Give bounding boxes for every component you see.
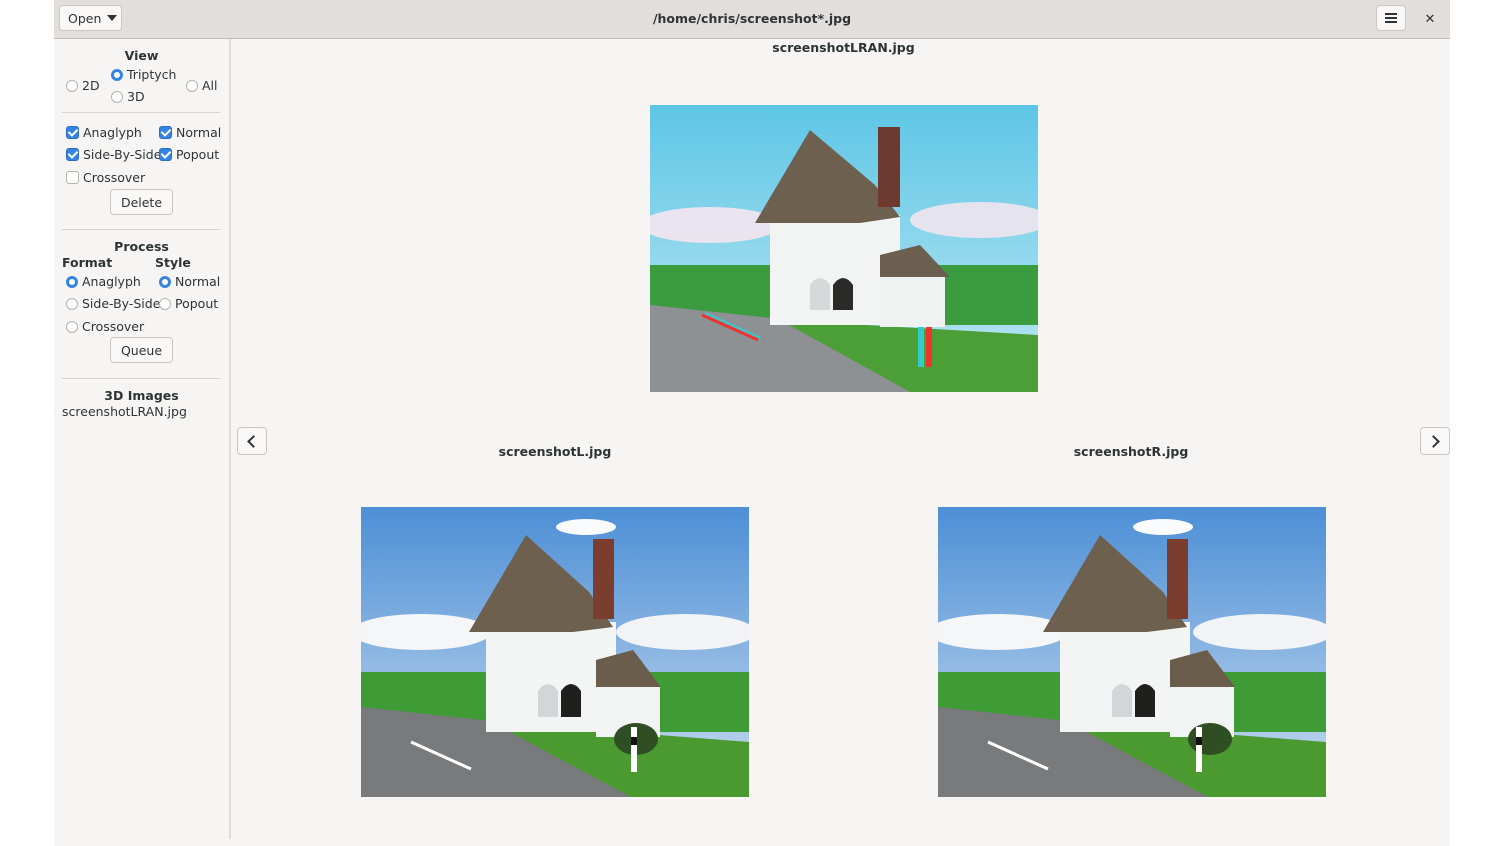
- checkbox-indicator: [159, 148, 172, 161]
- format-radio-anaglyph[interactable]: Anaglyph: [66, 274, 141, 289]
- checkbox-label: Normal: [176, 125, 222, 140]
- radio-label: Popout: [175, 296, 219, 311]
- app-window: Open /home/chris/screenshot*.jpg ✕ View …: [54, 0, 1450, 846]
- radio-indicator: [66, 297, 78, 310]
- queue-button[interactable]: Queue: [110, 337, 173, 363]
- filter-check-crossover[interactable]: Crossover: [66, 170, 145, 185]
- separator: [62, 378, 220, 379]
- radio-label: Side-By-Side: [82, 296, 161, 311]
- checkbox-indicator: [66, 126, 79, 139]
- style-label: Style: [155, 255, 191, 270]
- radio-indicator: [66, 275, 78, 288]
- left-image: [361, 507, 749, 797]
- close-icon: ✕: [1424, 11, 1436, 27]
- image-viewer: screenshotLRAN.jpg screenshotL.jpg scree…: [231, 39, 1450, 846]
- images-3d-list-item[interactable]: screenshotLRAN.jpg: [62, 404, 187, 419]
- main-menu-button[interactable]: [1376, 5, 1406, 31]
- previous-button[interactable]: [237, 427, 267, 455]
- view-radio-3d[interactable]: 3D: [111, 89, 145, 104]
- radio-indicator: [159, 275, 171, 288]
- delete-button-label: Delete: [120, 194, 163, 210]
- format-radio-side-by-side[interactable]: Side-By-Side: [66, 296, 160, 311]
- separator: [62, 112, 220, 113]
- filter-check-popout[interactable]: Popout: [159, 147, 219, 162]
- radio-label: All: [202, 78, 218, 93]
- checkbox-label: Side-By-Side: [83, 147, 162, 162]
- right-photo-art: [938, 507, 1326, 797]
- radio-label: Crossover: [82, 319, 145, 334]
- delete-button[interactable]: Delete: [110, 189, 173, 215]
- images-3d-title: 3D Images: [104, 388, 179, 403]
- sidebar: View 2D Triptych 3D All Anaglyph Normal: [54, 39, 231, 839]
- window-title: /home/chris/screenshot*.jpg: [652, 11, 852, 26]
- close-button[interactable]: ✕: [1420, 9, 1440, 29]
- radio-label: Anaglyph: [82, 274, 141, 289]
- radio-indicator: [186, 79, 198, 92]
- separator: [62, 229, 220, 230]
- style-radio-popout[interactable]: Popout: [159, 296, 218, 311]
- right-image-title: screenshotR.jpg: [1073, 444, 1189, 459]
- radio-indicator: [111, 90, 123, 103]
- filter-check-anaglyph[interactable]: Anaglyph: [66, 125, 142, 140]
- view-radio-all[interactable]: All: [186, 78, 218, 93]
- radio-label: 3D: [127, 89, 145, 104]
- left-image-title: screenshotL.jpg: [498, 444, 612, 459]
- radio-indicator: [111, 68, 123, 81]
- anaglyph-image: [650, 105, 1038, 392]
- radio-label: Normal: [175, 274, 221, 289]
- next-button[interactable]: [1420, 427, 1450, 455]
- checkbox-label: Crossover: [83, 170, 146, 185]
- checkbox-indicator: [66, 171, 79, 184]
- chevron-left-icon: [247, 434, 260, 448]
- format-label: Format: [62, 255, 113, 270]
- left-photo-art: [361, 507, 749, 797]
- radio-label: 2D: [82, 78, 100, 93]
- view-radio-triptych[interactable]: Triptych: [111, 67, 176, 82]
- radio-indicator: [159, 297, 171, 310]
- view-radio-2d[interactable]: 2D: [66, 78, 100, 93]
- chevron-right-icon: [1427, 434, 1440, 448]
- filter-check-side-by-side[interactable]: Side-By-Side: [66, 147, 161, 162]
- format-radio-crossover[interactable]: Crossover: [66, 319, 144, 334]
- style-radio-normal[interactable]: Normal: [159, 274, 220, 289]
- process-section-title: Process: [114, 239, 169, 254]
- radio-indicator: [66, 79, 78, 92]
- anaglyph-photo-art: [650, 105, 1038, 392]
- right-image: [938, 507, 1326, 797]
- radio-indicator: [66, 320, 78, 333]
- checkbox-indicator: [159, 126, 172, 139]
- radio-label: Triptych: [127, 67, 177, 82]
- checkbox-label: Popout: [176, 147, 220, 162]
- top-image-title: screenshotLRAN.jpg: [772, 40, 915, 55]
- hamburger-menu-icon: [1385, 13, 1397, 23]
- view-section-title: View: [124, 48, 159, 63]
- checkbox-label: Anaglyph: [83, 125, 142, 140]
- header-bar: Open /home/chris/screenshot*.jpg ✕: [54, 0, 1450, 39]
- queue-button-label: Queue: [120, 342, 163, 358]
- checkbox-indicator: [66, 148, 79, 161]
- filter-check-normal[interactable]: Normal: [159, 125, 221, 140]
